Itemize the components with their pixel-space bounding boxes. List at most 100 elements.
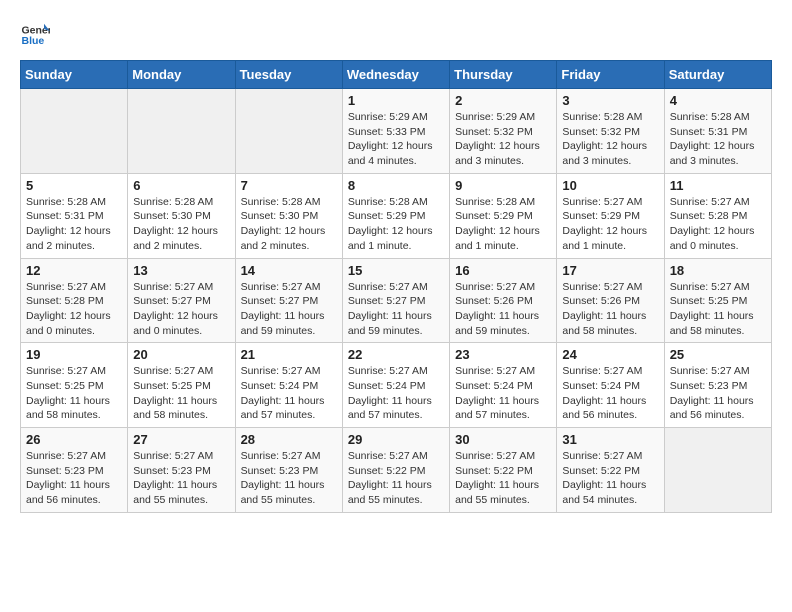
day-number: 28 [241, 432, 337, 447]
day-info: Sunrise: 5:27 AM Sunset: 5:27 PM Dayligh… [133, 280, 229, 339]
day-info: Sunrise: 5:28 AM Sunset: 5:32 PM Dayligh… [562, 110, 658, 169]
calendar-cell: 14Sunrise: 5:27 AM Sunset: 5:27 PM Dayli… [235, 258, 342, 343]
calendar-cell: 12 Sunrise: 5:27 AM Sunset: 5:28 PM Dayli… [21, 258, 128, 343]
day-header-monday: Monday [128, 61, 235, 89]
calendar-cell: 31Sunrise: 5:27 AM Sunset: 5:22 PM Dayli… [557, 428, 664, 513]
day-number: 22 [348, 347, 444, 362]
calendar-body: 1 Sunrise: 5:29 AM Sunset: 5:33 PM Daylig… [21, 89, 772, 513]
day-number: 31 [562, 432, 658, 447]
day-info: Sunrise: 5:27 AM Sunset: 5:28 PM Dayligh… [26, 280, 122, 339]
week-row-2: 12 Sunrise: 5:27 AM Sunset: 5:28 PM Dayli… [21, 258, 772, 343]
day-header-wednesday: Wednesday [342, 61, 449, 89]
day-header-saturday: Saturday [664, 61, 771, 89]
day-number: 14 [241, 263, 337, 278]
day-number: 18 [670, 263, 766, 278]
calendar-cell: 6 Sunrise: 5:28 AM Sunset: 5:30 PM Daylig… [128, 173, 235, 258]
day-number: 5 [26, 178, 122, 193]
day-header-sunday: Sunday [21, 61, 128, 89]
calendar-cell [21, 89, 128, 174]
calendar-cell: 22 Sunrise: 5:27 AM Sunset: 5:24 PM Dayli… [342, 343, 449, 428]
week-row-0: 1 Sunrise: 5:29 AM Sunset: 5:33 PM Daylig… [21, 89, 772, 174]
day-header-thursday: Thursday [450, 61, 557, 89]
calendar-header: SundayMondayTuesdayWednesdayThursdayFrid… [21, 61, 772, 89]
calendar-cell [235, 89, 342, 174]
day-info: Sunrise: 5:27 AM Sunset: 5:28 PM Dayligh… [670, 195, 766, 254]
day-info: Sunrise: 5:27 AM Sunset: 5:23 PM Dayligh… [241, 449, 337, 508]
day-number: 6 [133, 178, 229, 193]
day-number: 3 [562, 93, 658, 108]
day-info: Sunrise: 5:27 AM Sunset: 5:24 PM Dayligh… [562, 364, 658, 423]
day-info: Sunrise: 5:29 AM Sunset: 5:32 PM Dayligh… [455, 110, 551, 169]
calendar-cell: 8 Sunrise: 5:28 AM Sunset: 5:29 PM Daylig… [342, 173, 449, 258]
day-info: Sunrise: 5:27 AM Sunset: 5:26 PM Dayligh… [562, 280, 658, 339]
calendar-cell: 11 Sunrise: 5:27 AM Sunset: 5:28 PM Dayli… [664, 173, 771, 258]
day-number: 11 [670, 178, 766, 193]
day-info: Sunrise: 5:28 AM Sunset: 5:31 PM Dayligh… [670, 110, 766, 169]
days-row: SundayMondayTuesdayWednesdayThursdayFrid… [21, 61, 772, 89]
day-number: 26 [26, 432, 122, 447]
day-number: 7 [241, 178, 337, 193]
day-info: Sunrise: 5:28 AM Sunset: 5:29 PM Dayligh… [455, 195, 551, 254]
calendar-cell: 4 Sunrise: 5:28 AM Sunset: 5:31 PM Daylig… [664, 89, 771, 174]
day-number: 13 [133, 263, 229, 278]
day-number: 16 [455, 263, 551, 278]
calendar-cell: 29 Sunrise: 5:27 AM Sunset: 5:22 PM Dayli… [342, 428, 449, 513]
week-row-1: 5Sunrise: 5:28 AM Sunset: 5:31 PM Daylig… [21, 173, 772, 258]
day-number: 19 [26, 347, 122, 362]
calendar-cell: 10Sunrise: 5:27 AM Sunset: 5:29 PM Dayli… [557, 173, 664, 258]
day-number: 20 [133, 347, 229, 362]
calendar-cell: 5Sunrise: 5:28 AM Sunset: 5:31 PM Daylig… [21, 173, 128, 258]
calendar-cell: 23Sunrise: 5:27 AM Sunset: 5:24 PM Dayli… [450, 343, 557, 428]
calendar-cell: 30Sunrise: 5:27 AM Sunset: 5:22 PM Dayli… [450, 428, 557, 513]
calendar-cell: 17 Sunrise: 5:27 AM Sunset: 5:26 PM Dayli… [557, 258, 664, 343]
day-info: Sunrise: 5:27 AM Sunset: 5:23 PM Dayligh… [670, 364, 766, 423]
calendar-cell: 18Sunrise: 5:27 AM Sunset: 5:25 PM Dayli… [664, 258, 771, 343]
day-info: Sunrise: 5:27 AM Sunset: 5:26 PM Dayligh… [455, 280, 551, 339]
day-info: Sunrise: 5:27 AM Sunset: 5:25 PM Dayligh… [26, 364, 122, 423]
day-number: 29 [348, 432, 444, 447]
calendar-cell [128, 89, 235, 174]
day-info: Sunrise: 5:28 AM Sunset: 5:30 PM Dayligh… [241, 195, 337, 254]
svg-text:Blue: Blue [22, 35, 45, 47]
day-info: Sunrise: 5:27 AM Sunset: 5:24 PM Dayligh… [455, 364, 551, 423]
calendar-cell: 28 Sunrise: 5:27 AM Sunset: 5:23 PM Dayli… [235, 428, 342, 513]
calendar-cell: 26Sunrise: 5:27 AM Sunset: 5:23 PM Dayli… [21, 428, 128, 513]
calendar-cell: 19 Sunrise: 5:27 AM Sunset: 5:25 PM Dayli… [21, 343, 128, 428]
day-info: Sunrise: 5:27 AM Sunset: 5:24 PM Dayligh… [348, 364, 444, 423]
calendar-cell: 7 Sunrise: 5:28 AM Sunset: 5:30 PM Daylig… [235, 173, 342, 258]
day-number: 10 [562, 178, 658, 193]
calendar-cell [664, 428, 771, 513]
week-row-4: 26 Sunrise: 5:27 AM Sunset: 5:23 PM Dayli… [21, 428, 772, 513]
calendar-cell: 27 Sunrise: 5:27 AM Sunset: 5:23 PM Dayli… [128, 428, 235, 513]
day-number: 12 [26, 263, 122, 278]
calendar-cell: 3 Sunrise: 5:28 AM Sunset: 5:32 PM Daylig… [557, 89, 664, 174]
calendar-cell: 1 Sunrise: 5:29 AM Sunset: 5:33 PM Daylig… [342, 89, 449, 174]
calendar: SundayMondayTuesdayWednesdayThursdayFrid… [20, 60, 772, 513]
day-info: Sunrise: 5:29 AM Sunset: 5:33 PM Dayligh… [348, 110, 444, 169]
week-row-3: 19 Sunrise: 5:27 AM Sunset: 5:25 PM Dayli… [21, 343, 772, 428]
day-header-tuesday: Tuesday [235, 61, 342, 89]
day-number: 8 [348, 178, 444, 193]
day-number: 4 [670, 93, 766, 108]
day-info: Sunrise: 5:27 AM Sunset: 5:25 PM Dayligh… [133, 364, 229, 423]
day-number: 25 [670, 347, 766, 362]
day-number: 21 [241, 347, 337, 362]
calendar-cell: 25 Sunrise: 5:27 AM Sunset: 5:23 PM Dayli… [664, 343, 771, 428]
calendar-cell: 2 Sunrise: 5:29 AM Sunset: 5:32 PM Daylig… [450, 89, 557, 174]
calendar-cell: 16 Sunrise: 5:27 AM Sunset: 5:26 PM Dayli… [450, 258, 557, 343]
calendar-cell: 21Sunrise: 5:27 AM Sunset: 5:24 PM Dayli… [235, 343, 342, 428]
logo: General Blue [20, 20, 50, 50]
day-number: 27 [133, 432, 229, 447]
day-number: 1 [348, 93, 444, 108]
day-number: 2 [455, 93, 551, 108]
calendar-cell: 20 Sunrise: 5:27 AM Sunset: 5:25 PM Dayli… [128, 343, 235, 428]
day-info: Sunrise: 5:27 AM Sunset: 5:23 PM Dayligh… [133, 449, 229, 508]
calendar-cell: 24Sunrise: 5:27 AM Sunset: 5:24 PM Dayli… [557, 343, 664, 428]
day-header-friday: Friday [557, 61, 664, 89]
logo-icon: General Blue [20, 20, 50, 50]
day-info: Sunrise: 5:27 AM Sunset: 5:22 PM Dayligh… [348, 449, 444, 508]
calendar-cell: 13 Sunrise: 5:27 AM Sunset: 5:27 PM Dayli… [128, 258, 235, 343]
day-number: 17 [562, 263, 658, 278]
day-info: Sunrise: 5:28 AM Sunset: 5:30 PM Dayligh… [133, 195, 229, 254]
day-info: Sunrise: 5:28 AM Sunset: 5:29 PM Dayligh… [348, 195, 444, 254]
